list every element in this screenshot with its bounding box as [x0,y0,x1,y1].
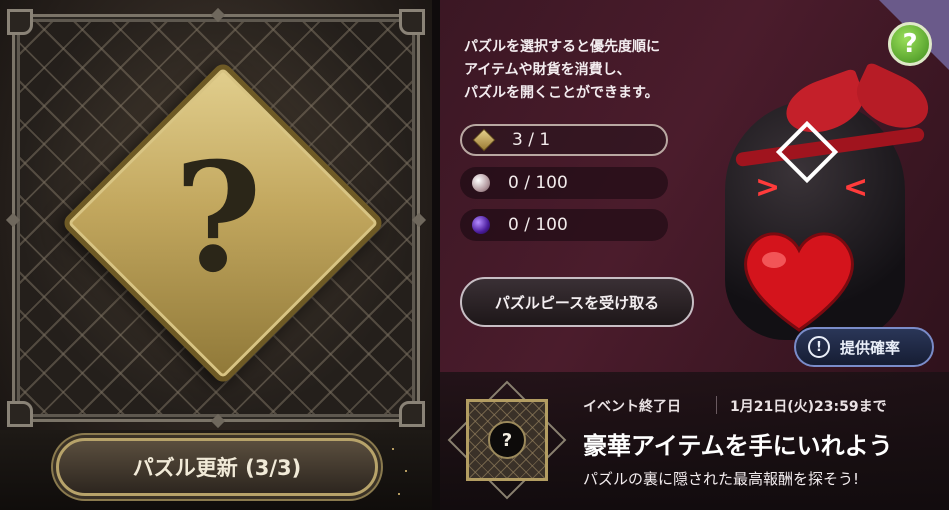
resource-value: 0 / 100 [508,173,568,193]
resource-row-orb[interactable]: 0 / 100 [460,209,668,241]
eye-left: > [755,170,781,205]
puzzle-refresh-button[interactable]: パズル更新 (3/3) [56,438,378,496]
sparkle [405,470,407,472]
puzzle-board-panel: ? パズル更新 (3/3) [0,0,432,510]
event-subtitle: パズルの裏に隠された最高報酬を探そう! [583,470,860,488]
divider [716,396,717,414]
pearl-icon [472,174,490,192]
event-thumbnail[interactable]: ? [466,399,548,481]
receive-pieces-button[interactable]: パズルピースを受け取る [460,277,694,327]
description-line: アイテムや財貨を消費し、 [464,62,631,78]
help-icon[interactable]: ? [888,22,932,66]
gold-diamond-icon [472,128,496,152]
frame-corner [399,401,425,427]
question-mark-icon: ? [488,421,526,459]
frame-ornament [411,212,427,228]
frame-ornament [210,413,226,429]
resource-value: 0 / 100 [508,215,568,235]
mascot-illustration: > < [725,61,938,340]
purple-orb-icon [472,216,490,234]
frame-corner [399,9,425,35]
description-line: パズルを開くことができます。 [464,85,659,101]
resource-row-pearl[interactable]: 0 / 100 [460,167,668,199]
description-line: パズルを選択すると優先度順に [464,39,660,55]
drop-rates-button[interactable]: ! 提供確率 [794,327,934,367]
eye-right: < [843,170,869,205]
drop-rates-label: 提供確率 [840,338,901,357]
frame-ornament [210,7,226,23]
event-end-date: 1月21日(火)23:59まで [730,399,887,415]
question-mark-icon: ? [174,130,262,306]
info-icon: ! [808,336,830,358]
sparkle [398,493,400,495]
resource-row-gold[interactable]: 3 / 1 [460,124,668,156]
event-end-label: イベント終了日 [583,399,681,415]
event-title: 豪華アイテムを手にいれよう [583,431,893,460]
heart-icon [744,232,854,332]
frame-ornament [5,212,21,228]
frame-corner [7,401,33,427]
frame-corner [7,9,33,35]
resource-value: 3 / 1 [512,130,551,150]
sparkle [392,448,394,450]
description: パズルを選択すると優先度順に アイテムや財貨を消費し、 パズルを開くことができま… [464,36,764,105]
